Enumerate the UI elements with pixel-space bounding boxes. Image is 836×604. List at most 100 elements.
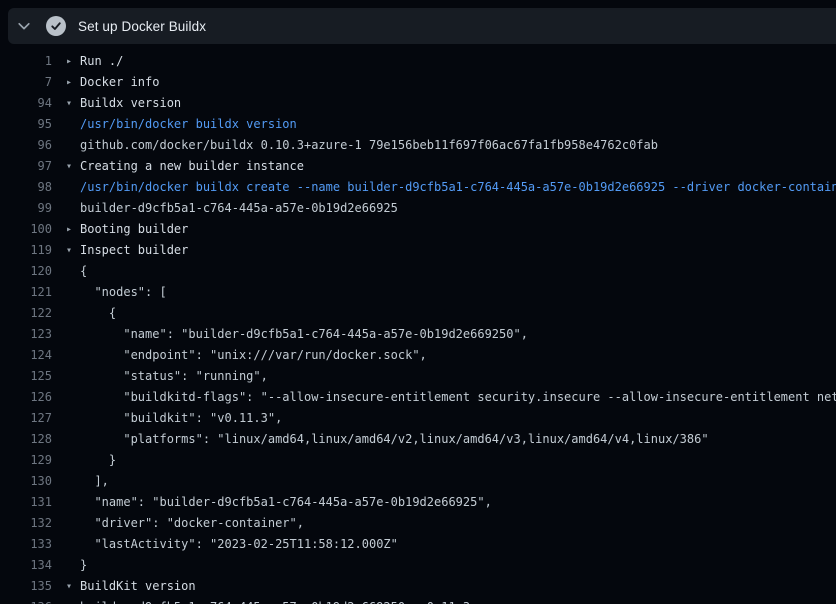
- log-group-row[interactable]: 97 ▾ Creating a new builder instance: [0, 156, 836, 177]
- line-number-link[interactable]: 99: [0, 198, 52, 219]
- line-number-link[interactable]: 121: [0, 282, 52, 303]
- step-status-icon: [46, 16, 66, 36]
- chevron-down-icon: [16, 18, 32, 34]
- log-line: 136 builder-d9cfb5a1-c764-445a-a57e-0b19…: [0, 597, 836, 604]
- step-header[interactable]: Set up Docker Buildx: [8, 8, 836, 44]
- log-line-text: github.com/docker/buildx 0.10.3+azure-1 …: [80, 135, 836, 156]
- line-number-link[interactable]: 127: [0, 408, 52, 429]
- log-line: 99 builder-d9cfb5a1-c764-445a-a57e-0b19d…: [0, 198, 836, 219]
- chevron-down-icon: ▾: [52, 576, 80, 597]
- log-group-row[interactable]: 119 ▾ Inspect builder: [0, 240, 836, 261]
- line-number-link[interactable]: 132: [0, 513, 52, 534]
- log-line-text: ],: [80, 471, 836, 492]
- arrow-spacer: [52, 114, 80, 135]
- arrow-spacer: [52, 429, 80, 450]
- arrow-spacer: [52, 261, 80, 282]
- line-number-link[interactable]: 128: [0, 429, 52, 450]
- line-number-link[interactable]: 97: [0, 156, 52, 177]
- line-number-link[interactable]: 130: [0, 471, 52, 492]
- log-line: 98 /usr/bin/docker buildx create --name …: [0, 177, 836, 198]
- log-line-text: Run ./: [80, 51, 836, 72]
- log-line: 129 }: [0, 450, 836, 471]
- line-number-link[interactable]: 125: [0, 366, 52, 387]
- arrow-spacer: [52, 345, 80, 366]
- line-number-link[interactable]: 96: [0, 135, 52, 156]
- log-line-text: "name": "builder-d9cfb5a1-c764-445a-a57e…: [80, 324, 836, 345]
- log-area: 1 ▸ Run ./ 7 ▸ Docker info 94 ▾ Buildx v…: [0, 44, 836, 604]
- log-line-text: "status": "running",: [80, 366, 836, 387]
- chevron-right-icon: ▸: [52, 51, 80, 72]
- log-line-text: "buildkit": "v0.11.3",: [80, 408, 836, 429]
- log-group-row[interactable]: 135 ▾ BuildKit version: [0, 576, 836, 597]
- line-number-link[interactable]: 120: [0, 261, 52, 282]
- line-number-link[interactable]: 122: [0, 303, 52, 324]
- line-number-link[interactable]: 124: [0, 345, 52, 366]
- chevron-down-icon: ▾: [52, 156, 80, 177]
- line-number-link[interactable]: 1: [0, 51, 52, 72]
- log-line-text: }: [80, 555, 836, 576]
- log-line-text: Creating a new builder instance: [80, 156, 836, 177]
- check-circle-icon: [46, 16, 66, 36]
- log-group-row[interactable]: 7 ▸ Docker info: [0, 72, 836, 93]
- log-line-text: "buildkitd-flags": "--allow-insecure-ent…: [80, 387, 836, 408]
- arrow-spacer: [52, 513, 80, 534]
- log-line-text: Inspect builder: [80, 240, 836, 261]
- arrow-spacer: [52, 366, 80, 387]
- log-line-text: "nodes": [: [80, 282, 836, 303]
- log-line-text: Booting builder: [80, 219, 836, 240]
- step-collapse-toggle[interactable]: [8, 8, 40, 44]
- line-number-link[interactable]: 136: [0, 597, 52, 604]
- log-line: 120 {: [0, 261, 836, 282]
- line-number-link[interactable]: 123: [0, 324, 52, 345]
- line-number-link[interactable]: 126: [0, 387, 52, 408]
- line-number-link[interactable]: 135: [0, 576, 52, 597]
- log-line-text: "endpoint": "unix:///var/run/docker.sock…: [80, 345, 836, 366]
- log-line: 95 /usr/bin/docker buildx version: [0, 114, 836, 135]
- log-line-text: "platforms": "linux/amd64,linux/amd64/v2…: [80, 429, 836, 450]
- arrow-spacer: [52, 471, 80, 492]
- line-number-link[interactable]: 7: [0, 72, 52, 93]
- chevron-down-icon: ▾: [52, 240, 80, 261]
- log-line: 96 github.com/docker/buildx 0.10.3+azure…: [0, 135, 836, 156]
- line-number-link[interactable]: 100: [0, 219, 52, 240]
- line-number-link[interactable]: 94: [0, 93, 52, 114]
- log-group-row[interactable]: 94 ▾ Buildx version: [0, 93, 836, 114]
- log-line: 130 ],: [0, 471, 836, 492]
- line-number-link[interactable]: 129: [0, 450, 52, 471]
- log-line-text: "lastActivity": "2023-02-25T11:58:12.000…: [80, 534, 836, 555]
- log-group-row[interactable]: 1 ▸ Run ./: [0, 51, 836, 72]
- log-line: 133 "lastActivity": "2023-02-25T11:58:12…: [0, 534, 836, 555]
- log-line-text: Docker info: [80, 72, 836, 93]
- log-line-text: {: [80, 261, 836, 282]
- log-line-text: /usr/bin/docker buildx create --name bui…: [80, 177, 836, 198]
- log-line-text: {: [80, 303, 836, 324]
- line-number-link[interactable]: 98: [0, 177, 52, 198]
- line-number-link[interactable]: 95: [0, 114, 52, 135]
- line-number-link[interactable]: 134: [0, 555, 52, 576]
- log-line-text: /usr/bin/docker buildx version: [80, 114, 836, 135]
- log-line-text: BuildKit version: [80, 576, 836, 597]
- log-line: 127 "buildkit": "v0.11.3",: [0, 408, 836, 429]
- log-line: 125 "status": "running",: [0, 366, 836, 387]
- line-number-link[interactable]: 133: [0, 534, 52, 555]
- arrow-spacer: [52, 303, 80, 324]
- log-line-text: "driver": "docker-container",: [80, 513, 836, 534]
- line-number-link[interactable]: 131: [0, 492, 52, 513]
- arrow-spacer: [52, 177, 80, 198]
- line-number-link[interactable]: 119: [0, 240, 52, 261]
- log-line-text: Buildx version: [80, 93, 836, 114]
- log-line: 126 "buildkitd-flags": "--allow-insecure…: [0, 387, 836, 408]
- arrow-spacer: [52, 198, 80, 219]
- log-group-row[interactable]: 100 ▸ Booting builder: [0, 219, 836, 240]
- arrow-spacer: [52, 408, 80, 429]
- log-line: 134 }: [0, 555, 836, 576]
- step-title: Set up Docker Buildx: [78, 19, 206, 34]
- arrow-spacer: [52, 597, 80, 604]
- arrow-spacer: [52, 324, 80, 345]
- log-line: 122 {: [0, 303, 836, 324]
- chevron-right-icon: ▸: [52, 219, 80, 240]
- log-line: 132 "driver": "docker-container",: [0, 513, 836, 534]
- chevron-right-icon: ▸: [52, 72, 80, 93]
- arrow-spacer: [52, 450, 80, 471]
- arrow-spacer: [52, 387, 80, 408]
